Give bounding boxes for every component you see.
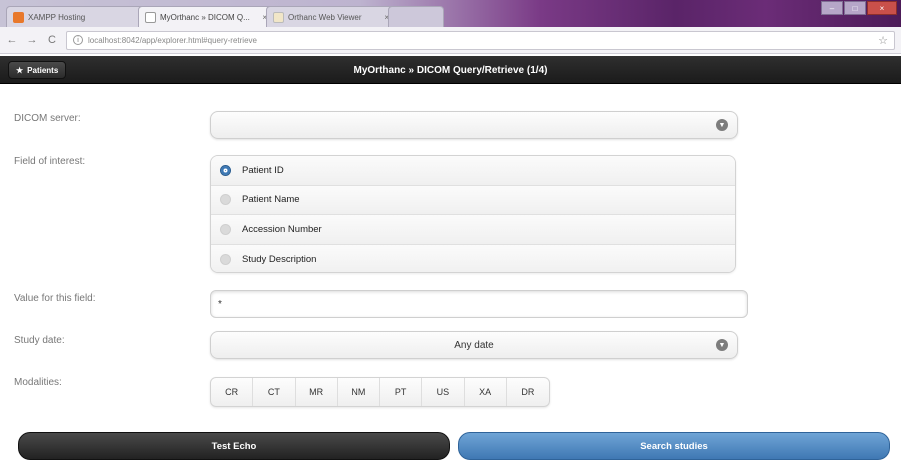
window-close-icon[interactable]: × <box>867 1 897 15</box>
window-controls: – □ × <box>821 1 897 15</box>
value-field-label: Value for this field: <box>14 293 96 304</box>
new-tab-button[interactable] <box>388 6 444 27</box>
study-date-value: Any date <box>454 339 494 351</box>
modality-checkbox-xa[interactable]: XA <box>465 378 507 406</box>
chevron-down-icon: ▼ <box>716 339 728 351</box>
browser-tab-orthanc-viewer[interactable]: Orthanc Web Viewer × <box>266 6 396 27</box>
radio-option-label: Patient Name <box>242 194 300 206</box>
back-arrow-icon[interactable]: ← <box>6 34 18 46</box>
reload-icon[interactable]: C <box>46 34 58 46</box>
modality-checkbox-nm[interactable]: NM <box>338 378 380 406</box>
url-bar[interactable]: i localhost:8042/app/explorer.html#query… <box>66 30 895 50</box>
page-favicon-icon <box>145 11 156 23</box>
page-title: MyOrthanc » DICOM Query/Retrieve (1/4) <box>353 64 548 76</box>
field-of-interest-radio-group: Patient ID Patient Name Accession Number… <box>210 155 736 273</box>
dicom-server-select[interactable]: ▼ <box>210 111 738 139</box>
modality-checkbox-mr[interactable]: MR <box>296 378 338 406</box>
browser-toolbar: ← → C i localhost:8042/app/explorer.html… <box>0 27 901 54</box>
radio-option-patient-name[interactable]: Patient Name <box>211 185 735 215</box>
search-studies-button[interactable]: Search studies <box>458 432 890 460</box>
radio-unchecked-icon[interactable] <box>220 194 231 206</box>
radio-option-accession-number[interactable]: Accession Number <box>211 215 735 245</box>
modality-checkbox-pt[interactable]: PT <box>380 378 423 406</box>
browser-tab-strip: XAMPP Hosting × MyOrthanc » DICOM Q... ×… <box>0 0 901 27</box>
modalities-checkbox-group: CR CT MR NM PT US XA DR <box>210 377 550 407</box>
modality-checkbox-ct[interactable]: CT <box>253 378 296 406</box>
app-header: MyOrthanc » DICOM Query/Retrieve (1/4) ★… <box>0 56 901 84</box>
chevron-down-icon: ▼ <box>716 119 728 131</box>
radio-option-study-description[interactable]: Study Description <box>211 244 735 272</box>
radio-unchecked-icon[interactable] <box>220 223 231 235</box>
dicom-server-label: DICOM server: <box>14 113 81 124</box>
tab-title: XAMPP Hosting <box>28 12 86 22</box>
home-icon: ★ <box>16 65 24 75</box>
browser-tab-orthanc-query[interactable]: MyOrthanc » DICOM Q... × <box>138 6 274 27</box>
study-date-label: Study date: <box>14 335 65 346</box>
radio-option-label: Accession Number <box>242 223 322 235</box>
radio-unchecked-icon[interactable] <box>220 253 231 265</box>
forward-arrow-icon[interactable]: → <box>26 34 38 46</box>
maximize-icon[interactable]: □ <box>844 1 866 15</box>
modality-checkbox-dr[interactable]: DR <box>507 378 549 406</box>
bookmark-star-icon[interactable]: ☆ <box>878 34 888 47</box>
modality-checkbox-cr[interactable]: CR <box>211 378 254 406</box>
modality-checkbox-us[interactable]: US <box>422 378 465 406</box>
radio-option-label: Study Description <box>242 253 317 265</box>
patients-button-label: Patients <box>27 65 59 75</box>
study-date-select[interactable]: Any date ▼ <box>210 331 738 359</box>
tab-title: Orthanc Web Viewer <box>288 12 362 22</box>
url-text: localhost:8042/app/explorer.html#query-r… <box>88 35 257 45</box>
radio-checked-icon[interactable] <box>220 164 231 176</box>
browser-tab-xampp[interactable]: XAMPP Hosting × <box>6 6 156 27</box>
value-field-input[interactable] <box>210 290 748 318</box>
xampp-favicon-icon <box>13 11 24 23</box>
test-echo-button[interactable]: Test Echo <box>18 432 450 460</box>
page-favicon-icon <box>273 11 284 23</box>
radio-option-patient-id[interactable]: Patient ID <box>211 156 735 186</box>
modalities-label: Modalities: <box>14 377 62 388</box>
radio-option-label: Patient ID <box>242 164 284 176</box>
info-icon[interactable]: i <box>73 35 83 45</box>
field-of-interest-label: Field of interest: <box>14 156 86 167</box>
minimize-icon[interactable]: – <box>821 1 843 15</box>
patients-button[interactable]: ★ Patients <box>8 61 67 79</box>
tab-title: MyOrthanc » DICOM Q... <box>160 12 250 22</box>
